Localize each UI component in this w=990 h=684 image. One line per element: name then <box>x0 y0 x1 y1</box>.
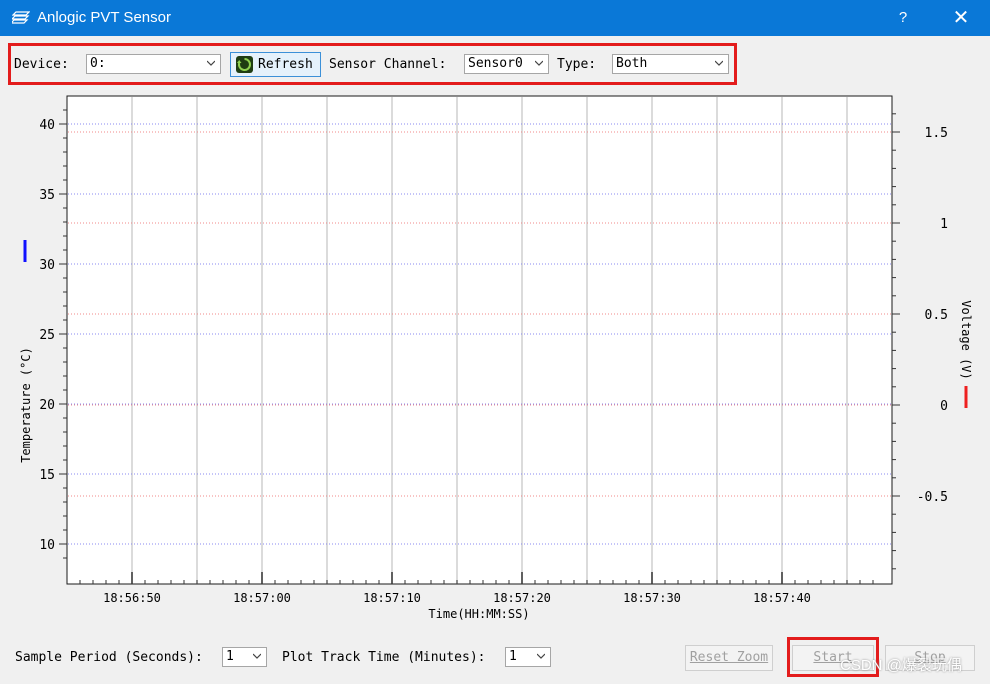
y-left-axis-label: Temperature (°C) <box>19 347 33 463</box>
chevron-down-icon <box>715 60 723 66</box>
channel-value: Sensor0 <box>468 56 523 71</box>
refresh-label: Refresh <box>258 57 313 72</box>
type-select[interactable]: Both <box>612 54 729 74</box>
sensor-plot[interactable]: Temperature (°C) Voltage (V) Time(HH:MM:… <box>0 90 990 630</box>
y-right-tick-label: 1.5 <box>925 126 948 141</box>
refresh-icon <box>236 56 253 73</box>
plot-area[interactable] <box>66 95 893 585</box>
device-select[interactable]: 0: <box>86 54 221 74</box>
close-button[interactable]: ✕ <box>942 0 980 36</box>
x-tick-label: 18:57:30 <box>623 591 681 605</box>
channel-label: Sensor Channel: <box>329 57 447 72</box>
y-right-tick-label: 0.5 <box>925 308 948 323</box>
sample-period-label: Sample Period (Seconds): <box>15 650 203 665</box>
track-time-label: Plot Track Time (Minutes): <box>282 650 486 665</box>
type-value: Both <box>616 56 648 71</box>
y-left-tick-label: 35 <box>39 188 55 203</box>
chevron-down-icon <box>535 60 543 66</box>
track-time-value: 1 <box>509 649 517 664</box>
x-tick-label: 18:57:10 <box>363 591 421 605</box>
x-tick-label: 18:57:20 <box>493 591 551 605</box>
y-left-tick-label: 10 <box>39 538 55 553</box>
y-right-axis-label: Voltage (V) <box>959 300 973 379</box>
device-label: Device: <box>14 57 69 72</box>
app-logo-icon <box>12 11 30 24</box>
chevron-down-icon <box>253 653 261 659</box>
x-tick-label: 18:56:50 <box>103 591 161 605</box>
x-axis-label: Time(HH:MM:SS) <box>428 607 529 621</box>
reset-zoom-button[interactable]: Reset Zoom <box>685 645 773 671</box>
window-title: Anlogic PVT Sensor <box>37 9 171 26</box>
chevron-down-icon <box>537 653 545 659</box>
y-right-tick-label: 1 <box>940 217 948 232</box>
sample-period-value: 1 <box>226 649 234 664</box>
x-tick-label: 18:57:40 <box>753 591 811 605</box>
y-right-tick-label: -0.5 <box>917 490 948 505</box>
chevron-down-icon <box>207 60 215 66</box>
y-left-tick-label: 20 <box>39 398 55 413</box>
sample-period-select[interactable]: 1 <box>222 647 267 667</box>
x-tick-label: 18:57:00 <box>233 591 291 605</box>
type-label: Type: <box>557 57 597 72</box>
watermark-text: CSDN @爆裂玩偶 <box>840 657 962 674</box>
y-left-tick-label: 30 <box>39 258 55 273</box>
track-time-select[interactable]: 1 <box>505 647 551 667</box>
device-value: 0: <box>90 56 106 71</box>
y-left-tick-label: 25 <box>39 328 55 343</box>
y-left-tick-label: 15 <box>39 468 55 483</box>
channel-select[interactable]: Sensor0 <box>464 54 549 74</box>
y-left-tick-label: 40 <box>39 118 55 133</box>
title-bar: Anlogic PVT Sensor ? ✕ <box>0 0 990 36</box>
y-right-tick-label: 0 <box>940 399 948 414</box>
refresh-button[interactable]: Refresh <box>230 52 321 77</box>
help-button[interactable]: ? <box>890 0 916 36</box>
